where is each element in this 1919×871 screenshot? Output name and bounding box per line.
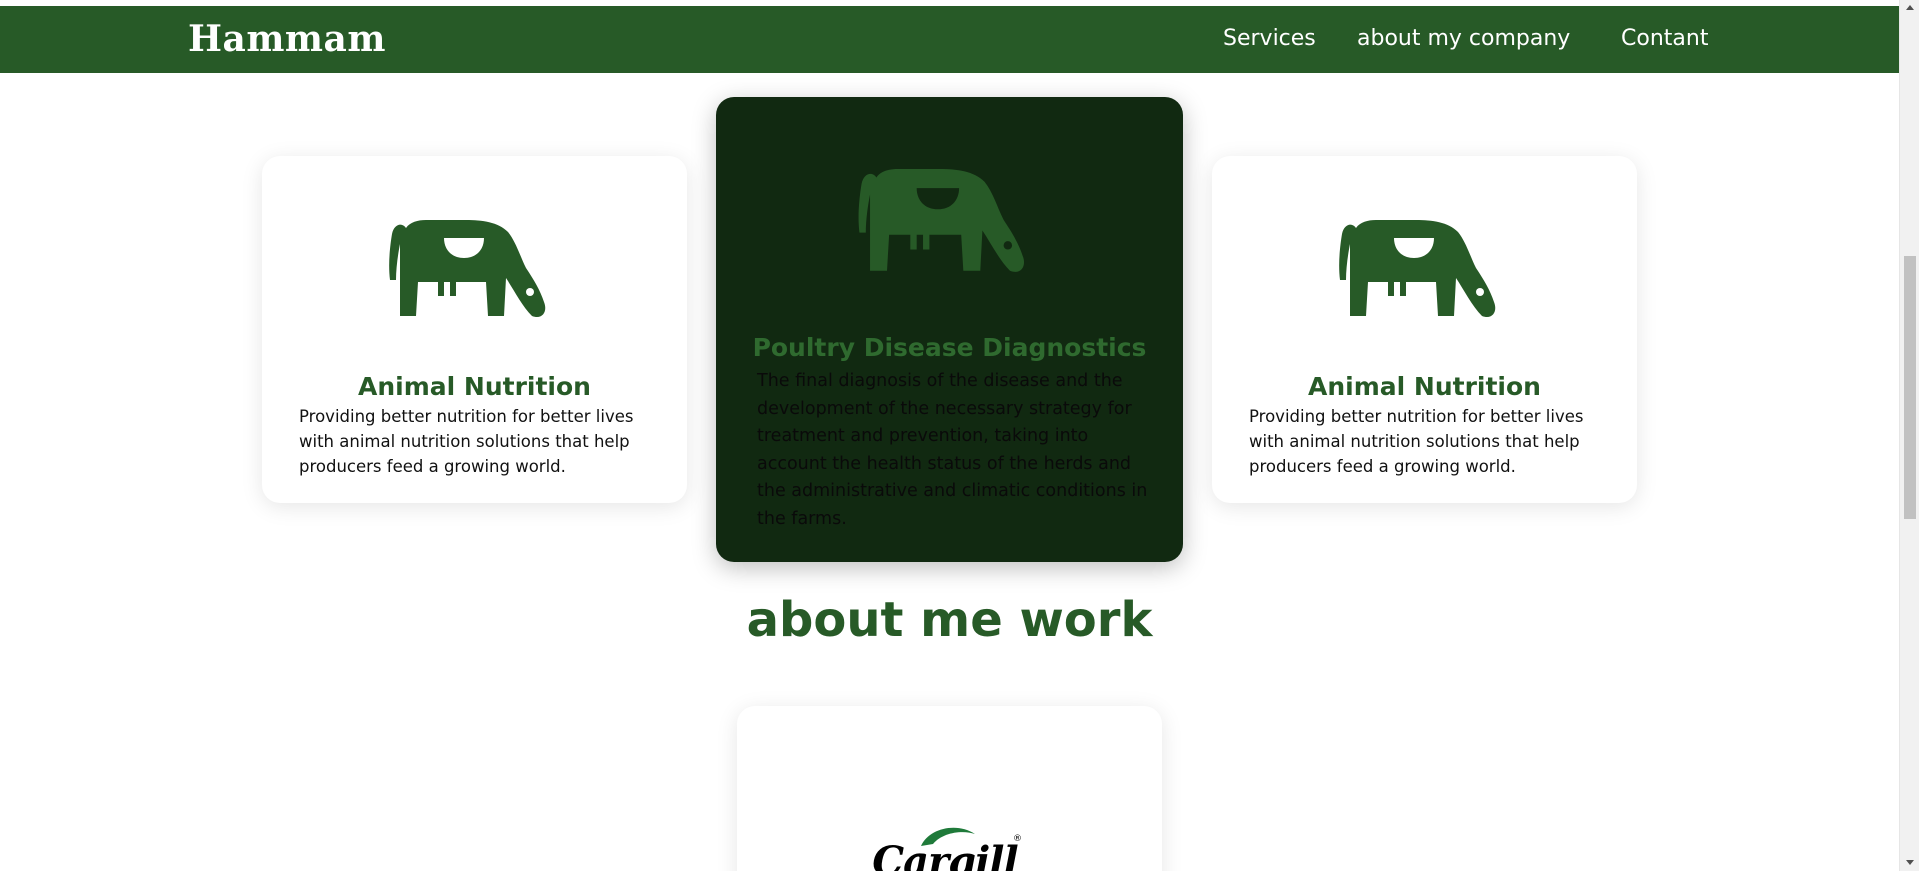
page: Hammam Services about my company Contant… bbox=[0, 0, 1899, 871]
card-title: Poultry Disease Diagnostics bbox=[752, 333, 1147, 362]
vertical-scrollbar[interactable] bbox=[1899, 0, 1919, 871]
card-title: Animal Nutrition bbox=[358, 372, 591, 401]
cow-icon bbox=[1339, 220, 1496, 318]
card-description: Providing better nutrition for better li… bbox=[1249, 407, 1584, 476]
nav-services-link[interactable]: Services bbox=[1223, 26, 1316, 51]
work-card-cargill[interactable]: Cargill ® bbox=[737, 706, 1162, 871]
registered-mark: ® bbox=[1013, 834, 1022, 844]
card-description: Providing better nutrition for better li… bbox=[299, 407, 634, 476]
cargill-logo: Cargill ® bbox=[865, 820, 1025, 871]
service-card-animal-nutrition-right[interactable]: Animal Nutrition Providing better nutrit… bbox=[1212, 156, 1637, 503]
service-card-animal-nutrition-left[interactable]: Animal Nutrition Providing better nutrit… bbox=[262, 156, 687, 503]
nav-about-link[interactable]: about my company bbox=[1357, 26, 1570, 51]
scroll-down-arrow-icon[interactable] bbox=[1906, 860, 1914, 865]
cow-icon bbox=[858, 169, 1025, 272]
scroll-up-arrow-icon[interactable] bbox=[1906, 5, 1914, 10]
brand-logo[interactable]: Hammam bbox=[188, 18, 386, 60]
card-description: The final diagnosis of the disease and t… bbox=[757, 371, 1148, 529]
service-card-poultry-diagnostics[interactable]: Poultry Disease Diagnostics The final di… bbox=[716, 97, 1183, 562]
nav-contact-link[interactable]: Contant bbox=[1621, 26, 1708, 51]
top-navbar: Hammam Services about my company Contant bbox=[0, 6, 1899, 73]
scroll-thumb[interactable] bbox=[1904, 256, 1916, 519]
cow-icon bbox=[389, 220, 546, 318]
card-title: Animal Nutrition bbox=[1308, 372, 1541, 401]
section-heading-work: about me work bbox=[746, 592, 1153, 648]
logo-wordmark: Cargill bbox=[872, 838, 1018, 871]
